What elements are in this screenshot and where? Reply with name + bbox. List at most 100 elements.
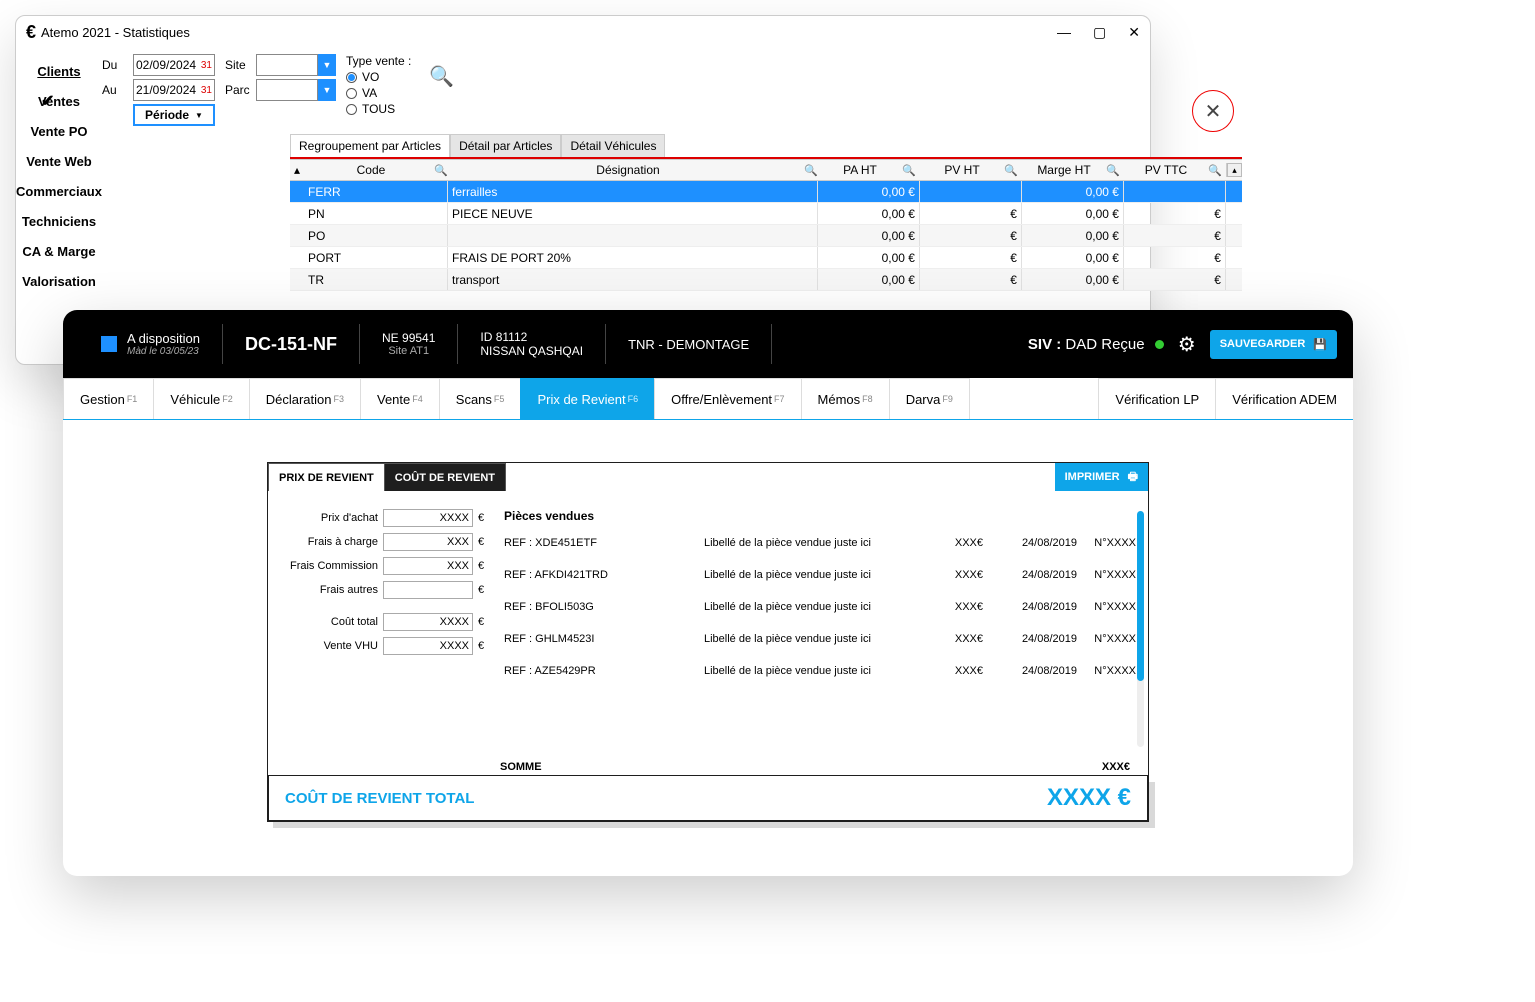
total-label: COÛT DE REVIENT TOTAL [285, 790, 474, 807]
model-value: NISSAN QASHQAI [480, 344, 583, 358]
sidebar-item-ventes[interactable]: ✔Ventes [16, 86, 102, 116]
calendar-icon[interactable]: 31 [201, 85, 212, 96]
form-label: Frais Commission [290, 560, 378, 572]
piece-row[interactable]: REF : BFOLI503GLibellé de la pièce vendu… [504, 601, 1136, 613]
euro-label: € [478, 512, 488, 524]
euro-icon: € [26, 22, 36, 43]
tab-gestion[interactable]: GestionF1 [63, 378, 154, 419]
site-select[interactable]: ▼ [256, 54, 336, 76]
col-pv-ht[interactable]: PV HT🔍 [920, 163, 1022, 177]
col-pa-ht[interactable]: PA HT🔍 [818, 163, 920, 177]
form-label: Prix d'achat [321, 512, 378, 524]
close-panel-button[interactable]: ✕ [1192, 90, 1234, 132]
search-icon[interactable]: 🔍 [429, 64, 454, 89]
radio-va[interactable]: VA [346, 86, 411, 100]
col-marge-ht[interactable]: Marge HT🔍 [1022, 163, 1124, 177]
col-code[interactable]: Code🔍 [304, 163, 448, 177]
form-input[interactable] [383, 581, 473, 599]
col-designation[interactable]: Désignation🔍 [448, 163, 818, 177]
save-button[interactable]: SAUVEGARDER 💾 [1210, 330, 1337, 359]
table-row[interactable]: FERRferrailles0,00 €0,00 € [290, 181, 1242, 203]
save-icon: 💾 [1313, 338, 1327, 351]
form-input[interactable] [383, 557, 473, 575]
tab-prix-de-revient[interactable]: Prix de RevientF6 [520, 378, 655, 419]
search-icon[interactable]: 🔍 [902, 163, 916, 177]
chevron-down-icon[interactable]: ▼ [318, 54, 336, 76]
status-indicator [101, 336, 117, 352]
tab-regroupement[interactable]: Regroupement par Articles [290, 134, 450, 157]
form-input[interactable] [383, 509, 473, 527]
euro-label: € [478, 640, 488, 652]
form-input[interactable] [383, 533, 473, 551]
piece-row[interactable]: REF : AFKDI421TRDLibellé de la pièce ven… [504, 569, 1136, 581]
panel-tab-prix[interactable]: PRIX DE REVIENT [268, 463, 385, 491]
tab-v-hicule[interactable]: VéhiculeF2 [153, 378, 249, 419]
tab-m-mos[interactable]: MémosF8 [801, 378, 890, 419]
sort-indicator[interactable]: ▴ [290, 163, 304, 177]
panel-tab-cout[interactable]: COÛT DE REVIENT [384, 463, 506, 491]
euro-label: € [478, 536, 488, 548]
sidebar-item-ca-marge[interactable]: CA & Marge [16, 236, 102, 266]
period-dropdown[interactable]: Période [133, 104, 215, 126]
search-icon[interactable]: 🔍 [434, 164, 448, 177]
piece-row[interactable]: REF : AZE5429PRLibellé de la pièce vendu… [504, 665, 1136, 677]
sidebar-item-vente-web[interactable]: Vente Web [16, 146, 102, 176]
status-dot-icon [1155, 340, 1164, 349]
table-row[interactable]: PORTFRAIS DE PORT 20%0,00 €€0,00 €€ [290, 247, 1242, 269]
piece-row[interactable]: REF : GHLM4523ILibellé de la pièce vendu… [504, 633, 1136, 645]
radio-vo[interactable]: VO [346, 70, 411, 84]
tab-detail-vehicules[interactable]: Détail Véhicules [561, 134, 665, 157]
article-tabs: Regroupement par Articles Détail par Art… [290, 134, 1242, 159]
pieces-title: Pièces vendues [504, 509, 1136, 523]
maximize-button[interactable]: ▢ [1093, 24, 1106, 41]
parc-select[interactable]: ▼ [256, 79, 336, 101]
data-table: ▴ Code🔍 Désignation🔍 PA HT🔍 PV HT🔍 Marge… [290, 159, 1242, 291]
status-date: Màd le 03/05/23 [127, 346, 200, 357]
col-pv-ttc[interactable]: PV TTC🔍 [1124, 163, 1226, 177]
window-title: Atemo 2021 - Statistiques [41, 25, 190, 40]
au-label: Au [102, 83, 128, 97]
sidebar-item-techniciens[interactable]: Techniciens [16, 206, 102, 236]
site-label: Site [225, 58, 251, 72]
tab-darva[interactable]: DarvaF9 [889, 378, 970, 419]
search-icon[interactable]: 🔍 [1106, 163, 1120, 177]
form-label: Frais autres [320, 584, 378, 596]
calendar-icon[interactable]: 31 [201, 60, 212, 71]
date-du-input[interactable]: 02/09/202431 [133, 54, 215, 76]
gear-icon[interactable]: ⚙ [1178, 332, 1196, 357]
scrollbar[interactable] [1137, 511, 1144, 747]
search-icon[interactable]: 🔍 [804, 164, 818, 177]
table-row[interactable]: PO0,00 €€0,00 €€ [290, 225, 1242, 247]
type-vente-label: Type vente : [346, 54, 411, 68]
total-value: XXXX € [1047, 784, 1131, 812]
form-input[interactable] [383, 613, 473, 631]
radio-tous[interactable]: TOUS [346, 102, 411, 116]
chevron-down-icon[interactable]: ▼ [318, 79, 336, 101]
search-icon[interactable]: 🔍 [1208, 163, 1222, 177]
tab-v-rification-adem[interactable]: Vérification ADEM [1215, 378, 1353, 419]
tab-detail-articles[interactable]: Détail par Articles [450, 134, 561, 157]
vehicle-window: A disposition Màd le 03/05/23 DC-151-NF … [63, 310, 1353, 876]
sidebar-item-valorisation[interactable]: Valorisation [16, 266, 102, 296]
tab-scans[interactable]: ScansF5 [439, 378, 522, 419]
table-row[interactable]: TRtransport0,00 €€0,00 €€ [290, 269, 1242, 291]
form-label: Coût total [331, 616, 378, 628]
tab-d-claration[interactable]: DéclarationF3 [249, 378, 361, 419]
tab-vente[interactable]: VenteF4 [360, 378, 440, 419]
form-input[interactable] [383, 637, 473, 655]
table-row[interactable]: PNPIECE NEUVE0,00 €€0,00 €€ [290, 203, 1242, 225]
date-au-input[interactable]: 21/09/202431 [133, 79, 215, 101]
site-value: Site AT1 [388, 345, 429, 357]
print-button[interactable]: IMPRIMER 🖶 [1055, 463, 1148, 491]
close-button[interactable]: ✕ [1128, 24, 1140, 41]
minimize-button[interactable]: — [1057, 24, 1071, 41]
tab-offre-enl-vement[interactable]: Offre/EnlèvementF7 [654, 378, 801, 419]
piece-row[interactable]: REF : XDE451ETFLibellé de la pièce vendu… [504, 537, 1136, 549]
scroll-up-button[interactable]: ▴ [1227, 163, 1242, 177]
print-icon: 🖶 [1128, 468, 1138, 487]
sidebar-item-clients[interactable]: Clients [16, 56, 102, 86]
tab-v-rification-lp[interactable]: Vérification LP [1098, 378, 1216, 419]
sidebar-item-vente-po[interactable]: Vente PO [16, 116, 102, 146]
sidebar-item-commerciaux[interactable]: Commerciaux [16, 176, 102, 206]
search-icon[interactable]: 🔍 [1004, 163, 1018, 177]
